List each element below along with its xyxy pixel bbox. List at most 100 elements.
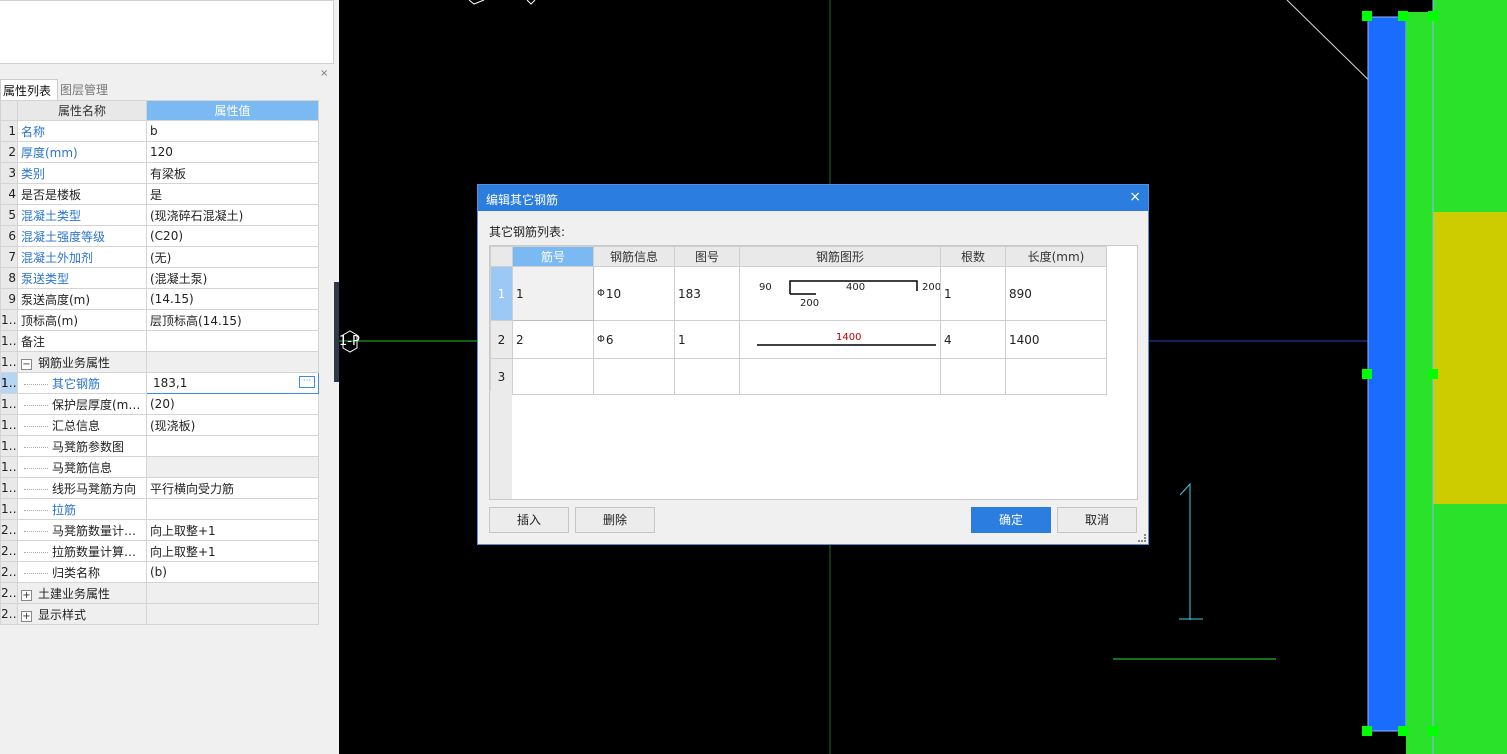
green-wall-member[interactable] bbox=[1406, 12, 1433, 754]
table-row[interactable]: 3 bbox=[490, 358, 1107, 395]
property-value[interactable] bbox=[146, 498, 319, 520]
property-row[interactable]: 6 混凝土强度等级 (C20) bbox=[0, 225, 319, 247]
grip-handle[interactable] bbox=[1398, 11, 1408, 21]
green-slab-bottom[interactable] bbox=[1433, 504, 1507, 754]
rebar-info-cell[interactable] bbox=[593, 358, 675, 395]
grip-handle[interactable] bbox=[1362, 726, 1372, 736]
expand-icon[interactable]: + bbox=[21, 610, 32, 622]
expand-icon[interactable]: + bbox=[21, 589, 32, 601]
property-row[interactable]: 29 + 显示样式 bbox=[0, 603, 319, 625]
count-column-header[interactable]: 根数 bbox=[940, 246, 1006, 267]
property-value[interactable]: (C20) bbox=[146, 225, 319, 247]
property-row[interactable]: 10 顶标高(m) 层顶标高(14.15) bbox=[0, 309, 319, 331]
property-row[interactable]: 11 备注 bbox=[0, 330, 319, 352]
table-row[interactable]: 1 1 Φ10 183 90 400 200 200 1 890 bbox=[490, 266, 1107, 321]
close-icon[interactable]: × bbox=[320, 68, 328, 79]
grip-handle[interactable] bbox=[1428, 11, 1438, 21]
property-value[interactable]: 层顶标高(14.15) bbox=[146, 309, 319, 331]
count-cell[interactable] bbox=[940, 358, 1006, 395]
property-row[interactable]: 8 泵送类型 (混凝土泵) bbox=[0, 267, 319, 289]
property-row[interactable]: 13 其它钢筋 183,1 ··· bbox=[0, 372, 319, 394]
property-value[interactable]: 向上取整+1 bbox=[146, 519, 319, 541]
property-value[interactable]: 183,1 ··· bbox=[146, 372, 319, 394]
property-row[interactable]: 4 是否是楼板 是 bbox=[0, 183, 319, 205]
property-value[interactable]: b bbox=[146, 120, 319, 142]
property-row[interactable]: 5 混凝土类型 (现浇碎石混凝土) bbox=[0, 204, 319, 226]
shape-no-cell[interactable]: 183 bbox=[674, 266, 740, 321]
bar-no-cell[interactable]: 2 bbox=[512, 320, 594, 359]
ellipsis-icon[interactable]: ··· bbox=[299, 376, 315, 388]
rebar-info-column-header[interactable]: 钢筋信息 bbox=[593, 246, 675, 267]
shape-figure-cell[interactable] bbox=[739, 358, 941, 395]
ok-button[interactable]: 确定 bbox=[971, 507, 1051, 533]
shape-figure-column-header[interactable]: 钢筋图形 bbox=[739, 246, 941, 267]
bar-no-column-header[interactable]: 筋号 bbox=[512, 246, 594, 267]
property-row[interactable]: 20 马凳筋数量计算... 向上取整+1 bbox=[0, 519, 319, 541]
count-cell[interactable]: 1 bbox=[940, 266, 1006, 321]
property-row[interactable]: 18 线形马凳筋方向 平行横向受力筋 bbox=[0, 477, 319, 499]
bar-no-cell[interactable] bbox=[512, 358, 594, 395]
rebar-info-cell[interactable]: Φ10 bbox=[593, 266, 675, 321]
grip-handle[interactable] bbox=[1428, 726, 1438, 736]
resize-grip-icon[interactable] bbox=[1138, 534, 1146, 542]
tab-layer-manager[interactable]: 图层管理 bbox=[58, 79, 114, 100]
grip-handle[interactable] bbox=[1428, 369, 1438, 379]
shape-figure-cell[interactable]: 90 400 200 200 bbox=[739, 266, 941, 321]
property-value[interactable]: (混凝土泵) bbox=[146, 267, 319, 289]
property-value[interactable]: 120 bbox=[146, 141, 319, 163]
property-value[interactable]: (现浇板) bbox=[146, 414, 319, 436]
property-row[interactable]: 9 泵送高度(m) (14.15) bbox=[0, 288, 319, 310]
property-row[interactable]: 12− 钢筋业务属性 bbox=[0, 351, 319, 373]
property-value[interactable]: (14.15) bbox=[146, 288, 319, 310]
blue-beam-member[interactable] bbox=[1367, 16, 1407, 732]
property-row[interactable]: 3 类别 有梁板 bbox=[0, 162, 319, 184]
insert-button[interactable]: 插入 bbox=[489, 507, 569, 533]
length-cell[interactable]: 890 bbox=[1005, 266, 1107, 321]
close-icon[interactable]: × bbox=[1129, 189, 1141, 205]
length-cell[interactable] bbox=[1005, 358, 1107, 395]
shape-no-column-header[interactable]: 图号 bbox=[674, 246, 740, 267]
property-row[interactable]: 17 马凳筋信息 bbox=[0, 456, 319, 478]
collapse-icon[interactable]: − bbox=[21, 358, 32, 370]
shape-no-cell[interactable] bbox=[674, 358, 740, 395]
property-row[interactable]: 16 马凳筋参数图 bbox=[0, 435, 319, 457]
cancel-button[interactable]: 取消 bbox=[1057, 507, 1137, 533]
length-cell[interactable]: 1400 bbox=[1005, 320, 1107, 359]
shape-no-cell[interactable]: 1 bbox=[674, 320, 740, 359]
property-value[interactable]: 是 bbox=[146, 183, 319, 205]
length-column-header[interactable]: 长度(mm) bbox=[1005, 246, 1107, 267]
property-value[interactable]: 有梁板 bbox=[146, 162, 319, 184]
count-cell[interactable]: 4 bbox=[940, 320, 1006, 359]
property-row[interactable]: 23 + 土建业务属性 bbox=[0, 582, 319, 604]
tab-property-list[interactable]: 属性列表 bbox=[0, 79, 59, 100]
property-value[interactable] bbox=[146, 351, 319, 373]
property-row[interactable]: 7 混凝土外加剂 (无) bbox=[0, 246, 319, 268]
property-value[interactable]: (现浇碎石混凝土) bbox=[146, 204, 319, 226]
bar-no-cell[interactable]: 1 bbox=[512, 266, 594, 321]
property-value[interactable] bbox=[146, 456, 319, 478]
property-value[interactable]: (无) bbox=[146, 246, 319, 268]
property-value[interactable] bbox=[146, 330, 319, 352]
property-row[interactable]: 22 归类名称 (b) bbox=[0, 561, 319, 583]
property-row[interactable]: 1 名称 b bbox=[0, 120, 319, 142]
grip-handle[interactable] bbox=[1362, 369, 1372, 379]
green-slab-top[interactable] bbox=[1433, 0, 1507, 212]
property-value[interactable] bbox=[146, 435, 319, 457]
property-value[interactable]: 向上取整+1 bbox=[146, 540, 319, 562]
delete-button[interactable]: 删除 bbox=[575, 507, 655, 533]
grip-handle[interactable] bbox=[1362, 11, 1372, 21]
property-value[interactable] bbox=[146, 582, 319, 604]
yellow-slab-member[interactable] bbox=[1433, 212, 1507, 504]
property-value-text[interactable]: 183,1 bbox=[153, 376, 187, 390]
shape-figure-cell[interactable]: 1400 bbox=[739, 320, 941, 359]
property-row[interactable]: 14 保护层厚度(mm) (20) bbox=[0, 393, 319, 415]
grip-handle[interactable] bbox=[1398, 726, 1408, 736]
property-row[interactable]: 2 厚度(mm) 120 bbox=[0, 141, 319, 163]
property-value[interactable]: (20) bbox=[146, 393, 319, 415]
property-value[interactable]: 平行横向受力筋 bbox=[146, 477, 319, 499]
rebar-info-cell[interactable]: Φ6 bbox=[593, 320, 675, 359]
table-row[interactable]: 2 2 Φ6 1 1400 4 1400 bbox=[490, 320, 1107, 359]
property-value[interactable] bbox=[146, 603, 319, 625]
property-row[interactable]: 21 拉筋数量计算方... 向上取整+1 bbox=[0, 540, 319, 562]
property-row[interactable]: 19 拉筋 bbox=[0, 498, 319, 520]
